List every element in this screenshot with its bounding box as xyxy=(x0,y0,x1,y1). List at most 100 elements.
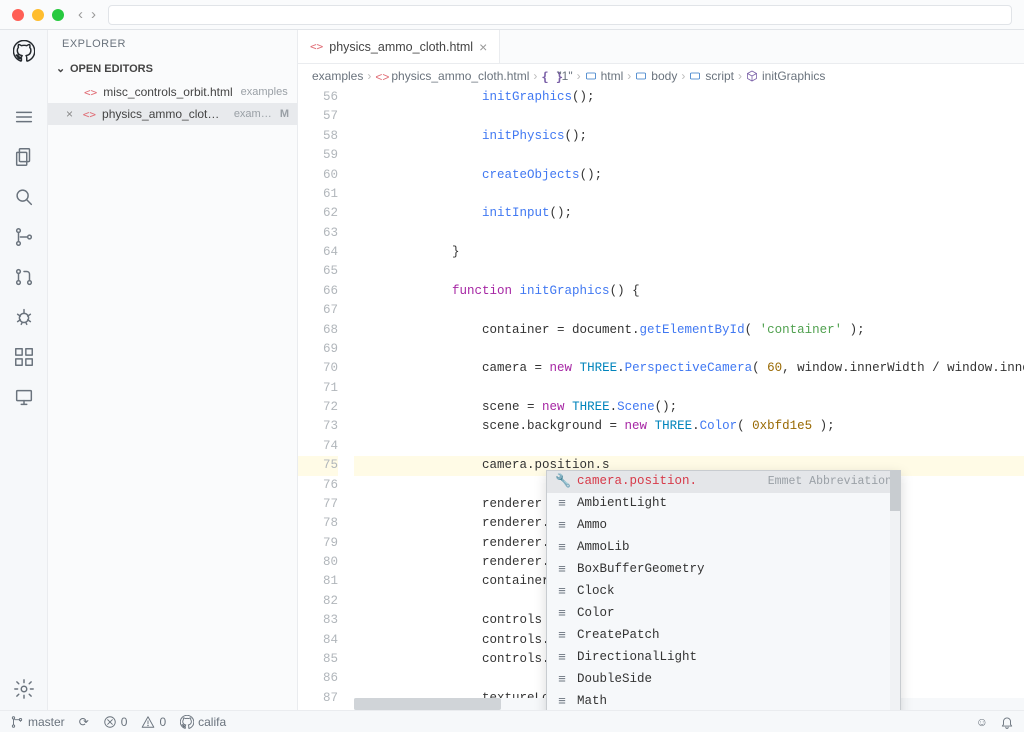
suggest-label: BoxBufferGeometry xyxy=(577,560,705,579)
text-icon: ≡ xyxy=(555,626,569,646)
sync-icon: ⟳ xyxy=(79,715,89,729)
suggest-label: Clock xyxy=(577,582,615,601)
editor-tabs: <> physics_ammo_cloth.html × xyxy=(298,30,1024,64)
titlebar: ‹ › xyxy=(0,0,1024,30)
feedback-icon[interactable]: ☺ xyxy=(976,715,988,729)
code-editor[interactable]: 5657585960616263646566676869707172737475… xyxy=(298,88,1024,710)
open-editors-header[interactable]: ⌄ OPEN EDITORS xyxy=(48,58,297,79)
breadcrumb-segment[interactable]: body xyxy=(635,69,677,83)
breadcrumb-segment[interactable]: <>physics_ammo_cloth.html xyxy=(375,69,529,83)
breadcrumb-segment[interactable]: initGraphics xyxy=(746,69,825,83)
suggest-item[interactable]: ≡ AmbientLight xyxy=(547,493,900,515)
suggest-label: CreatePatch xyxy=(577,626,660,645)
source-control-icon[interactable] xyxy=(13,226,35,248)
suggest-item[interactable]: ≡ Math xyxy=(547,691,900,710)
breadcrumbs[interactable]: examples›<>physics_ammo_cloth.html›{ }"1… xyxy=(298,64,1024,88)
editor-tab[interactable]: <> physics_ammo_cloth.html × xyxy=(298,30,500,63)
extensions-icon[interactable] xyxy=(13,346,35,368)
warnings-status[interactable]: 0 xyxy=(141,715,166,729)
suggest-label: Color xyxy=(577,604,615,623)
suggest-label: DirectionalLight xyxy=(577,648,697,667)
git-branch-status[interactable]: master xyxy=(10,715,65,729)
status-bar: master ⟳ 0 0 califa ☺ xyxy=(0,710,1024,732)
text-icon: ≡ xyxy=(555,494,569,514)
open-editors-label: OPEN EDITORS xyxy=(70,63,153,75)
tab-label: physics_ammo_cloth.html xyxy=(329,40,473,54)
suggest-label: Ammo xyxy=(577,516,607,535)
close-icon[interactable]: × xyxy=(479,40,487,54)
suggest-scrollbar[interactable] xyxy=(890,471,900,710)
suggest-label: AmmoLib xyxy=(577,538,630,557)
file-name: physics_ammo_cloth.html xyxy=(102,107,226,121)
github-username: califa xyxy=(198,715,226,729)
suggest-label: camera.position. xyxy=(577,472,697,491)
editor-group: <> physics_ammo_cloth.html × examples›<>… xyxy=(298,30,1024,710)
modified-badge: M xyxy=(280,108,289,120)
sidebar-title: EXPLORER xyxy=(48,30,297,58)
html-file-icon: <> xyxy=(310,40,323,53)
error-count: 0 xyxy=(121,715,128,729)
sync-status[interactable]: ⟳ xyxy=(79,715,89,729)
text-icon: ≡ xyxy=(555,604,569,624)
file-path: exampl... xyxy=(234,108,274,120)
line-number-gutter: 5657585960616263646566676869707172737475… xyxy=(298,88,354,710)
suggest-popup[interactable]: 🔧 camera.position. Emmet Abbreviation ≡ Ambi… xyxy=(546,470,901,710)
debug-icon[interactable] xyxy=(13,306,35,328)
github-user-status[interactable]: califa xyxy=(180,715,226,729)
html-file-icon: <> xyxy=(83,108,96,121)
text-icon: ≡ xyxy=(555,648,569,668)
address-bar[interactable] xyxy=(108,5,1012,25)
suggest-label: DoubleSide xyxy=(577,670,652,689)
close-window-icon[interactable] xyxy=(12,9,24,21)
suggest-item[interactable]: ≡ DoubleSide xyxy=(547,669,900,691)
errors-status[interactable]: 0 xyxy=(103,715,128,729)
maximize-window-icon[interactable] xyxy=(52,9,64,21)
file-path: examples xyxy=(241,86,288,98)
html-file-icon: <> xyxy=(84,86,97,99)
suggest-label: Math xyxy=(577,692,607,710)
suggest-hint: Emmet Abbreviation xyxy=(768,473,892,491)
notifications-icon[interactable] xyxy=(1000,715,1014,729)
suggest-item[interactable]: ≡ Ammo xyxy=(547,515,900,537)
pull-request-icon[interactable] xyxy=(13,266,35,288)
text-icon: ≡ xyxy=(555,516,569,536)
text-icon: ≡ xyxy=(555,538,569,558)
suggest-item[interactable]: ≡ CreatePatch xyxy=(547,625,900,647)
nav-arrows: ‹ › xyxy=(78,7,96,22)
search-icon[interactable] xyxy=(13,186,35,208)
chevron-down-icon: ⌄ xyxy=(56,62,66,75)
suggest-item[interactable]: 🔧 camera.position. Emmet Abbreviation xyxy=(547,471,900,493)
nav-forward-icon[interactable]: › xyxy=(91,7,96,22)
scrollbar-thumb[interactable] xyxy=(354,698,501,710)
branch-name: master xyxy=(28,715,65,729)
menu-icon[interactable] xyxy=(13,106,35,128)
file-name: misc_controls_orbit.html xyxy=(103,85,232,99)
close-icon[interactable]: × xyxy=(66,107,77,121)
open-editor-item[interactable]: × <> misc_controls_orbit.html examples xyxy=(48,81,297,103)
text-icon: ≡ xyxy=(555,582,569,602)
breadcrumb-segment[interactable]: html xyxy=(585,69,624,83)
nav-back-icon[interactable]: ‹ xyxy=(78,7,83,22)
suggest-label: AmbientLight xyxy=(577,494,667,513)
github-logo-icon[interactable] xyxy=(13,40,35,62)
suggest-item[interactable]: ≡ Color xyxy=(547,603,900,625)
open-editors-list: × <> misc_controls_orbit.html examples ×… xyxy=(48,79,297,131)
suggest-item[interactable]: ≡ Clock xyxy=(547,581,900,603)
breadcrumb-segment[interactable]: examples xyxy=(312,69,363,83)
window-controls xyxy=(12,9,64,21)
suggest-item[interactable]: ≡ BoxBufferGeometry xyxy=(547,559,900,581)
remote-icon[interactable] xyxy=(13,386,35,408)
text-icon: ≡ xyxy=(555,670,569,690)
open-editor-item[interactable]: × <> physics_ammo_cloth.html exampl... M xyxy=(48,103,297,125)
text-icon: ≡ xyxy=(555,692,569,710)
breadcrumb-segment[interactable]: script xyxy=(689,69,734,83)
files-icon[interactable] xyxy=(13,146,35,168)
text-icon: ≡ xyxy=(555,560,569,580)
wrench-icon: 🔧 xyxy=(555,472,569,492)
suggest-item[interactable]: ≡ DirectionalLight xyxy=(547,647,900,669)
suggest-item[interactable]: ≡ AmmoLib xyxy=(547,537,900,559)
breadcrumb-segment[interactable]: { }"1" xyxy=(541,69,572,83)
minimize-window-icon[interactable] xyxy=(32,9,44,21)
activity-bar xyxy=(0,30,48,710)
settings-gear-icon[interactable] xyxy=(13,678,35,700)
